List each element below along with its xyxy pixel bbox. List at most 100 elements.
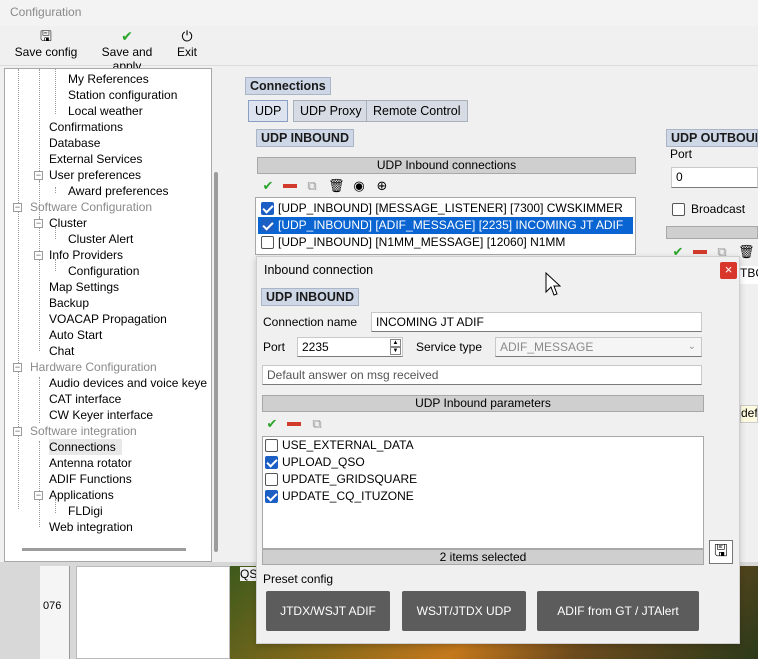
tree-item-station-configuration[interactable]: Station configuration	[68, 87, 177, 103]
list-item[interactable]: USE_EXTERNAL_DATA	[263, 437, 701, 454]
collapse-icon[interactable]: −	[34, 171, 43, 180]
broadcast-label: Broadcast	[691, 202, 746, 216]
checkmark-icon[interactable]: ✔	[264, 416, 280, 432]
params-status-bar: 2 items selected	[262, 549, 704, 565]
tree-item-local-weather[interactable]: Local weather	[68, 103, 143, 119]
collapse-icon[interactable]: −	[34, 251, 43, 260]
checkbox[interactable]	[265, 473, 278, 486]
checkbox[interactable]	[261, 236, 274, 249]
list-item-text: USE_EXTERNAL_DATA	[282, 438, 414, 452]
tree-item-software-integration[interactable]: Software integration	[30, 423, 137, 439]
tree-item-auto-start[interactable]: Auto Start	[49, 327, 102, 343]
service-type-select[interactable]: ADIF_MESSAGE ⌄	[495, 337, 702, 357]
tree-item-award-preferences[interactable]: Award preferences	[68, 183, 169, 199]
save-config-button[interactable]: 🖫 Save config	[14, 28, 78, 59]
udp-inbound-label: UDP INBOUND	[256, 129, 354, 147]
tree-item-connections[interactable]: Connections	[49, 439, 122, 455]
params-list[interactable]: USE_EXTERNAL_DATA UPLOAD_QSO UPDATE_GRID…	[262, 436, 704, 549]
remove-icon[interactable]	[282, 178, 298, 194]
trash-icon[interactable]: 🗑	[738, 244, 755, 260]
tree-item-confirmations[interactable]: Confirmations	[49, 119, 123, 135]
port-label: Port	[263, 340, 286, 354]
list-item[interactable]: [UDP_INBOUND] [MESSAGE_LISTENER] [7300] …	[258, 200, 633, 217]
tab-remote-control[interactable]: Remote Control	[366, 100, 468, 122]
checkbox[interactable]	[261, 219, 274, 232]
checkmark-icon[interactable]: ✔	[260, 178, 276, 194]
tree-item-cluster[interactable]: Cluster	[49, 215, 87, 231]
close-icon[interactable]: ×	[720, 262, 737, 279]
tree-item-fldigi[interactable]: FLDigi	[68, 503, 103, 519]
exit-button[interactable]: ⏻ Exit	[174, 28, 200, 59]
save-preset-button[interactable]: 🖫	[709, 540, 733, 564]
preset-jtdx-wsjt-adif-button[interactable]: JTDX/WSJT ADIF	[266, 591, 390, 631]
outbound-list-partial: TBC	[740, 266, 758, 284]
list-item-text: [UDP_INBOUND] [MESSAGE_LISTENER] [7300] …	[278, 201, 623, 215]
spin-down-icon[interactable]: ▼	[390, 347, 401, 355]
add-icon[interactable]: ⊕	[374, 178, 390, 194]
copy-icon[interactable]: ⧉	[304, 178, 320, 194]
dialog-section-label: UDP INBOUND	[261, 288, 359, 306]
list-item-text: [UDP_INBOUND] [ADIF_MESSAGE] [2235] INCO…	[278, 218, 624, 232]
tree-vertical-scrollbar[interactable]	[214, 172, 218, 552]
toolbar: 🖫 Save config ✔ Save and apply ⏻ Exit	[0, 26, 758, 73]
tree-item-backup[interactable]: Backup	[49, 295, 89, 311]
tree-item-external-services[interactable]: External Services	[49, 151, 142, 167]
checkbox[interactable]	[265, 439, 278, 452]
tree-item-cw-keyer-interface[interactable]: CW Keyer interface	[49, 407, 153, 423]
inbound-connections-list[interactable]: [UDP_INBOUND] [MESSAGE_LISTENER] [7300] …	[255, 197, 636, 255]
spin-up-icon[interactable]: ▲	[390, 339, 401, 347]
outbound-port-label: Port	[670, 147, 693, 161]
checkbox[interactable]	[265, 490, 278, 503]
checkbox[interactable]	[265, 456, 278, 469]
port-spinbox[interactable]: 2235 ▲ ▼	[297, 337, 403, 357]
save-and-apply-button[interactable]: ✔ Save and apply	[86, 28, 168, 73]
tree-item-info-providers[interactable]: Info Providers	[49, 247, 123, 263]
collapse-icon[interactable]: −	[34, 219, 43, 228]
tab-udp[interactable]: UDP	[248, 100, 289, 122]
compass-icon[interactable]: ◉	[351, 178, 367, 194]
tree-item-cat-interface[interactable]: CAT interface	[49, 391, 121, 407]
qs-partial-label: QS	[240, 567, 258, 581]
default-answer-input[interactable]: Default answer on msg received	[262, 365, 702, 385]
tree-item-map-settings[interactable]: Map Settings	[49, 279, 119, 295]
tab-udp-proxy[interactable]: UDP Proxy	[293, 100, 369, 122]
tree-item-my-references[interactable]: My References	[68, 71, 149, 87]
copy-icon[interactable]: ⧉	[309, 416, 325, 432]
tree-item-software-configuration[interactable]: Software Configuration	[30, 199, 152, 215]
tree-item-chat[interactable]: Chat	[49, 343, 74, 359]
tree-item-adif-functions[interactable]: ADIF Functions	[49, 471, 132, 487]
remove-icon[interactable]	[286, 416, 302, 432]
list-item[interactable]: UPDATE_CQ_ITUZONE	[263, 488, 701, 505]
tree-horizontal-scrollbar[interactable]	[22, 548, 186, 551]
tree-item-configuration[interactable]: Configuration	[68, 263, 139, 279]
tree-item-applications[interactable]: Applications	[49, 487, 114, 503]
list-item[interactable]: UPLOAD_QSO	[263, 454, 701, 471]
list-item[interactable]: [UDP_INBOUND] [N1MM_MESSAGE] [12060] N1M…	[258, 234, 633, 251]
tree-item-web-integration[interactable]: Web integration	[49, 519, 133, 535]
list-item[interactable]: [UDP_INBOUND] [ADIF_MESSAGE] [2235] INCO…	[258, 217, 633, 234]
tree-item-hardware-configuration[interactable]: Hardware Configuration	[30, 359, 157, 375]
checkbox[interactable]	[261, 202, 274, 215]
checkmark-icon: ✔	[121, 28, 133, 44]
preset-wsjt-jtdx-udp-button[interactable]: WSJT/JTDX UDP	[402, 591, 526, 631]
collapse-icon[interactable]: −	[13, 363, 22, 372]
outbound-port-field[interactable]: 0	[671, 167, 758, 188]
tree-item-audio-devices[interactable]: Audio devices and voice keye	[49, 375, 207, 391]
broadcast-checkbox[interactable]: Broadcast	[672, 202, 758, 218]
tree-item-user-preferences[interactable]: User preferences	[49, 167, 141, 183]
default-answer-placeholder: Default answer on msg received	[267, 368, 439, 382]
connection-name-input[interactable]: INCOMING JT ADIF	[371, 312, 702, 332]
tree-item-antenna-rotator[interactable]: Antenna rotator	[49, 455, 132, 471]
tree-item-cluster-alert[interactable]: Cluster Alert	[68, 231, 133, 247]
list-item[interactable]: UPDATE_GRIDSQUARE	[263, 471, 701, 488]
tree-item-voacap-propagation[interactable]: VOACAP Propagation	[49, 311, 167, 327]
checkbox[interactable]	[672, 203, 685, 216]
config-tree[interactable]: My References Station configuration Loca…	[4, 68, 212, 562]
tree-item-database[interactable]: Database	[49, 135, 100, 151]
collapse-icon[interactable]: −	[34, 491, 43, 500]
collapse-icon[interactable]: −	[13, 427, 22, 436]
connection-name-label: Connection name	[263, 315, 358, 329]
trash-icon[interactable]: 🗑	[328, 178, 345, 194]
preset-adif-from-gt-jtalert-button[interactable]: ADIF from GT / JTAlert	[537, 591, 699, 631]
collapse-icon[interactable]: −	[13, 203, 22, 212]
